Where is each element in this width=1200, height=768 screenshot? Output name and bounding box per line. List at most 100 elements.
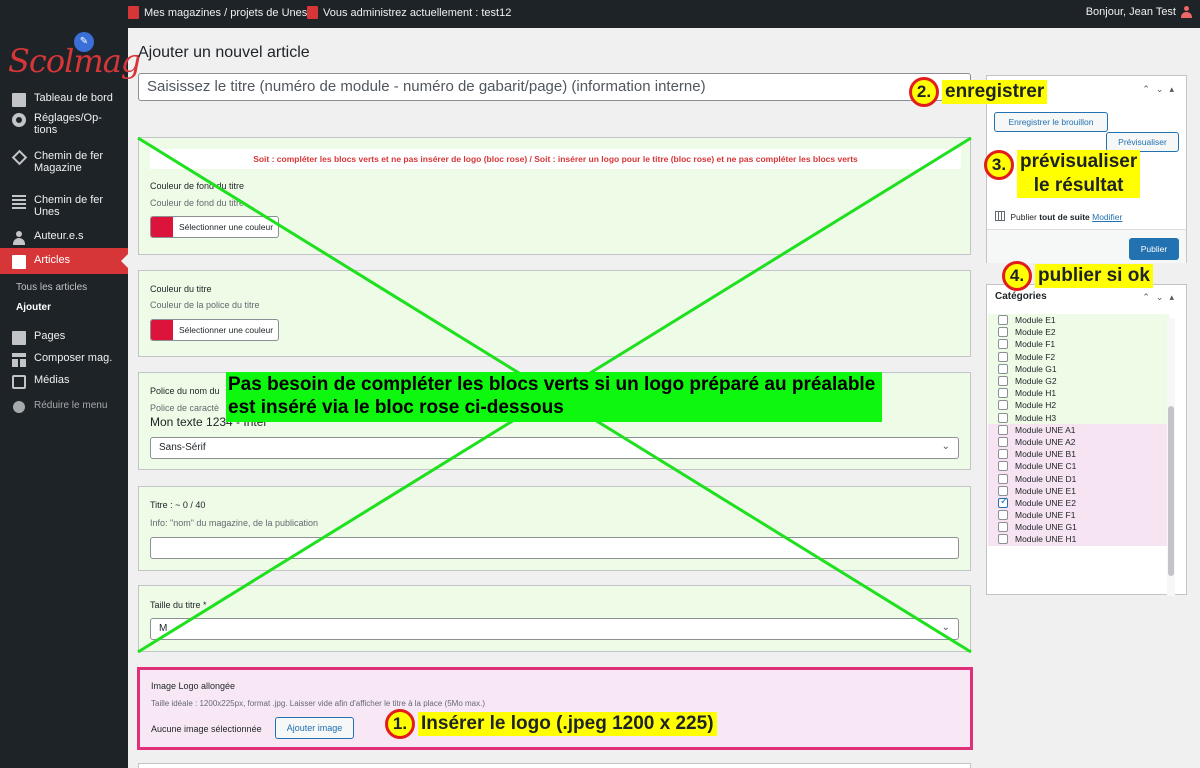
font-select[interactable]: Sans-Sérif ⌄ (150, 437, 959, 459)
sidebar-item-compose[interactable]: Composer mag. (0, 348, 128, 370)
annotation-step-3: 3. prévisualiser le résultat (984, 150, 1141, 198)
category-label: Module UNE F1 (1015, 510, 1076, 521)
category-item[interactable]: Module UNE E2 (988, 496, 1169, 509)
field-description: Couleur de la police du titre (150, 300, 260, 310)
field-description: Taille idéale : 1200x225px, format .jpg.… (151, 699, 485, 708)
category-checkbox[interactable] (998, 351, 1008, 362)
category-checkbox[interactable] (998, 449, 1008, 460)
category-item[interactable]: Module UNE E1 (988, 484, 1169, 497)
sidebar-item-authors[interactable]: Auteur.e.s (0, 226, 128, 248)
add-image-button[interactable]: Ajouter image (275, 717, 354, 739)
current-site-label: Vous administrez actuellement : test12 (323, 6, 512, 19)
category-checkbox[interactable] (998, 376, 1008, 387)
category-item[interactable]: Module E1 (988, 314, 1169, 327)
category-item[interactable]: Module G1 (988, 362, 1169, 375)
step-text: prévisualiser le résultat (1017, 150, 1141, 198)
modify-link[interactable]: Modifier (1092, 212, 1122, 222)
title-size-select[interactable]: M ⌄ (150, 618, 959, 640)
pages-icon (12, 331, 26, 345)
sidebar-item-pages[interactable]: Pages (0, 326, 128, 348)
category-checkbox[interactable] (998, 412, 1008, 423)
field-description: Couleur de fond du titre (150, 198, 245, 208)
sidebar-item-dashboard[interactable]: Tableau de bord (0, 88, 128, 110)
category-item[interactable]: Module UNE G1 (988, 521, 1169, 534)
annotation-step-1: 1. Insérer le logo (.jpeg 1200 x 225) (385, 709, 717, 739)
category-label: Module H1 (1015, 388, 1057, 399)
chevron-down-icon: ⌄ (941, 622, 950, 633)
category-item[interactable]: Module H3 (988, 411, 1169, 424)
step-number: 4. (1002, 261, 1032, 291)
book-icon (128, 6, 139, 19)
field-label: Image Logo allongée (151, 681, 236, 691)
submenu-add-article[interactable]: Ajouter (0, 302, 128, 313)
category-item[interactable]: Module F1 (988, 338, 1169, 351)
category-checkbox[interactable] (998, 473, 1008, 484)
category-item[interactable]: Module UNE B1 (988, 448, 1169, 461)
category-checkbox[interactable] (998, 363, 1008, 374)
category-item[interactable]: Module UNE D1 (988, 472, 1169, 485)
category-checkbox[interactable] (998, 510, 1008, 521)
category-item[interactable]: Module E2 (988, 326, 1169, 339)
select-bg-color-button[interactable]: Sélectionner une couleur (150, 216, 279, 238)
category-label: Module UNE G1 (1015, 522, 1077, 533)
box-controls[interactable]: ⌃⌄▴ (1142, 292, 1180, 303)
category-checkbox[interactable] (998, 534, 1008, 545)
collapse-menu-button[interactable]: Réduire le menu (0, 396, 128, 418)
submenu-all-articles[interactable]: Tous les articles (0, 282, 128, 293)
category-checkbox[interactable] (998, 436, 1008, 447)
user-account-menu[interactable]: Bonjour, Jean Test (1086, 6, 1192, 18)
category-label: Module G2 (1015, 376, 1057, 387)
category-checkbox[interactable] (998, 315, 1008, 326)
sidebar-item-settings[interactable]: Réglages/Op- tions (0, 110, 128, 142)
select-value: M (159, 623, 168, 634)
select-title-color-button[interactable]: Sélectionner une couleur (150, 319, 279, 341)
sidebar-item-unes-rail[interactable]: Chemin de fer Unes (0, 192, 128, 224)
category-checklist: Module E1 Module E2 Module F1 Module F2 Modu… (988, 314, 1169, 579)
category-checkbox[interactable] (998, 424, 1008, 435)
scolmag-logo[interactable]: Scolmag ✎ (6, 32, 141, 86)
category-item[interactable]: Module H2 (988, 399, 1169, 412)
settings-icon (12, 113, 26, 127)
category-item[interactable]: Module H1 (988, 387, 1169, 400)
sidebar-item-label: Réglages/Op- tions (34, 112, 102, 136)
category-checkbox[interactable] (998, 485, 1008, 496)
category-checkbox[interactable] (998, 327, 1008, 338)
category-item[interactable]: Module UNE A1 (988, 423, 1169, 436)
category-checkbox[interactable] (998, 388, 1008, 399)
current-site-link[interactable]: Vous administrez actuellement : test12 (307, 6, 511, 19)
preview-button[interactable]: Prévisualiser (1106, 132, 1179, 152)
category-label: Module E2 (1015, 327, 1056, 338)
category-checkbox[interactable] (998, 400, 1008, 411)
my-magazines-link[interactable]: Mes magazines / projets de Unes (128, 6, 307, 19)
my-magazines-label: Mes magazines / projets de Unes (144, 6, 308, 19)
category-checkbox[interactable] (998, 522, 1008, 533)
publish-button[interactable]: Publier (1129, 238, 1179, 260)
select-value: Sans-Sérif (159, 442, 206, 453)
save-draft-button[interactable]: Enregistrer le brouillon (994, 112, 1108, 132)
category-item[interactable]: Module UNE C1 (988, 460, 1169, 473)
category-checkbox[interactable] (998, 461, 1008, 472)
step-text: Insérer le logo (.jpeg 1200 x 225) (418, 712, 717, 736)
category-item[interactable]: Module UNE F1 (988, 509, 1169, 522)
title-size-box: Taille du titre * M ⌄ (138, 585, 971, 652)
sidebar-item-articles[interactable]: Articles (0, 248, 128, 274)
category-item[interactable]: Module UNE H1 (988, 533, 1169, 546)
category-item[interactable]: Module G2 (988, 374, 1169, 388)
category-label: Module G1 (1015, 363, 1057, 374)
title-text-box: Titre : ~ 0 / 40 Info: "nom" du magazine… (138, 486, 971, 571)
post-title-input[interactable]: Saisissez le titre (numéro de module - n… (138, 73, 971, 101)
title-text-input[interactable] (150, 537, 959, 559)
sidebar-item-media[interactable]: Médias (0, 370, 128, 392)
button-label: Sélectionner une couleur (179, 325, 274, 335)
field-label: Police du nom du (150, 386, 220, 396)
category-label: Module UNE H1 (1015, 534, 1077, 545)
category-item[interactable]: Module F2 (988, 350, 1169, 363)
sidebar-item-magazine-rail[interactable]: Chemin de fer Magazine (0, 148, 128, 182)
green-blocks-note: Pas besoin de compléter les blocs verts … (226, 372, 882, 422)
logo-text: Scolmag (8, 42, 141, 80)
category-checkbox[interactable] (998, 496, 1008, 508)
box-controls[interactable]: ⌃⌄▴ (1142, 84, 1180, 95)
category-checkbox[interactable] (998, 339, 1008, 350)
category-item[interactable]: Module UNE A2 (988, 435, 1169, 449)
scrollbar-thumb[interactable] (1168, 406, 1174, 576)
